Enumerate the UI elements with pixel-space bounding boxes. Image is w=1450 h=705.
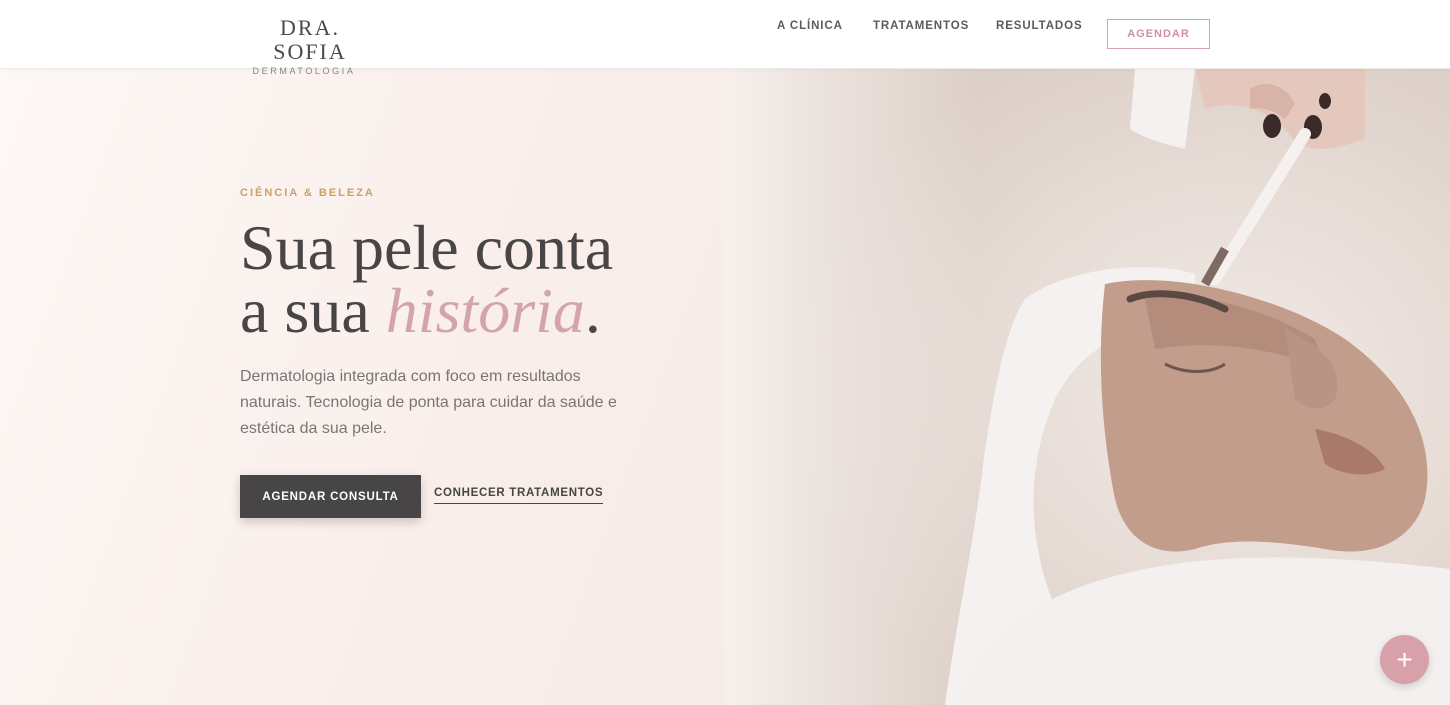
brand-logo[interactable]: DRA. SOFIA DERMATOLOGIA bbox=[240, 15, 380, 77]
brand-name: DRA. SOFIA bbox=[273, 15, 347, 64]
hero-headline: Sua pele conta a sua história. bbox=[240, 216, 720, 343]
header-schedule-button[interactable]: AGENDAR bbox=[1107, 19, 1210, 49]
schedule-consultation-button[interactable]: AGENDAR CONSULTA bbox=[240, 475, 421, 518]
headline-line-2-prefix: a sua bbox=[240, 275, 386, 346]
hero-image bbox=[725, 69, 1450, 705]
nav-link-resultados[interactable]: RESULTADOS bbox=[996, 20, 1083, 32]
brand-subtitle: DERMATOLOGIA bbox=[252, 66, 356, 76]
headline-suffix: . bbox=[584, 275, 601, 346]
headline-accent: história bbox=[385, 275, 585, 346]
plus-icon: + bbox=[1396, 643, 1413, 675]
spa-facial-treatment-photo-icon bbox=[725, 69, 1450, 705]
hero-lead-text: Dermatologia integrada com foco em resul… bbox=[240, 368, 617, 437]
floating-plus-button[interactable]: + bbox=[1380, 635, 1429, 684]
hero-eyebrow: CIÊNCIA & BELEZA bbox=[240, 187, 375, 199]
nav-link-tratamentos[interactable]: TRATAMENTOS bbox=[873, 20, 969, 32]
view-treatments-link[interactable]: CONHECER TRATAMENTOS bbox=[434, 487, 604, 504]
nav-link-clinica[interactable]: A CLÍNICA bbox=[777, 20, 843, 32]
headline-line-1: Sua pele conta bbox=[240, 212, 614, 283]
site-header: DRA. SOFIA DERMATOLOGIA A CLÍNICA TRATAM… bbox=[0, 0, 1450, 76]
